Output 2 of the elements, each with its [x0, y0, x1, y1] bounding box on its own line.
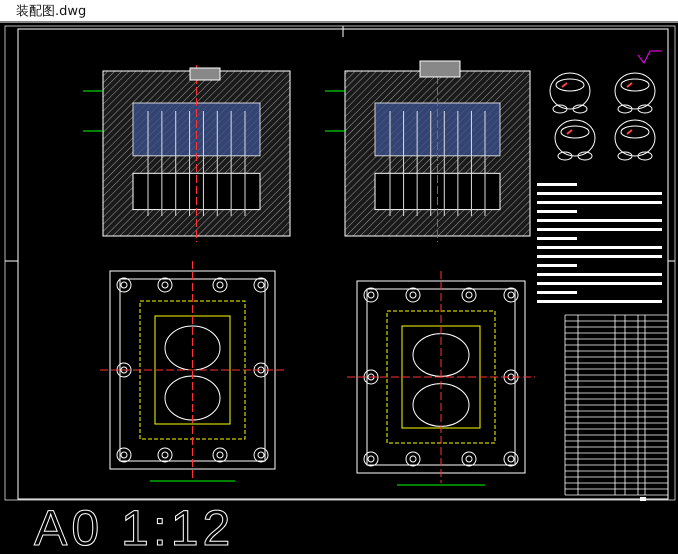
window-title: 装配图.dwg: [16, 2, 86, 20]
scale-label: A0 1:12: [34, 502, 236, 554]
